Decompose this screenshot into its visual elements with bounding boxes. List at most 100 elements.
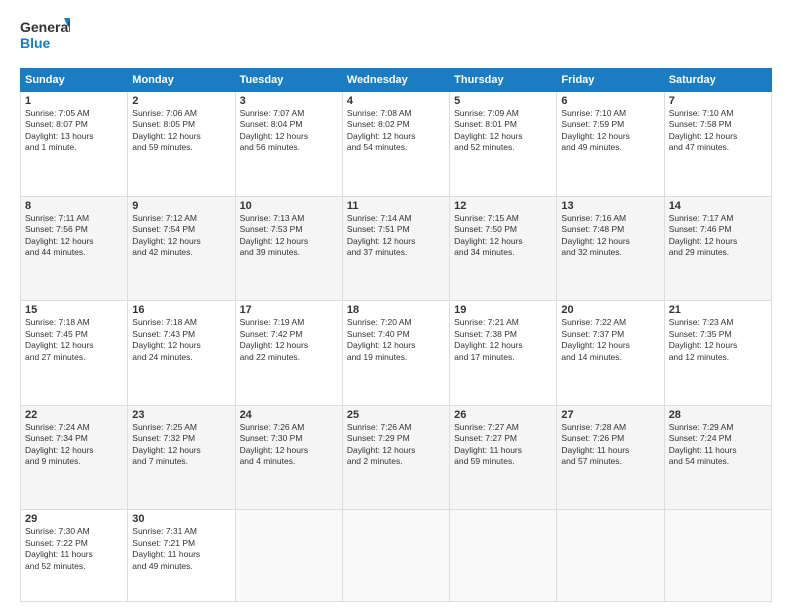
calendar-cell: 22Sunrise: 7:24 AMSunset: 7:34 PMDayligh… [21,405,128,510]
logo-svg: General Blue [20,16,70,58]
day-number: 23 [132,409,230,421]
cell-content: Sunrise: 7:10 AMSunset: 7:58 PMDaylight:… [669,108,767,154]
day-number: 13 [561,200,659,212]
calendar-row: 1Sunrise: 7:05 AMSunset: 8:07 PMDaylight… [21,92,772,197]
logo: General Blue [20,16,70,58]
cell-content: Sunrise: 7:26 AMSunset: 7:29 PMDaylight:… [347,422,445,468]
calendar-cell: 13Sunrise: 7:16 AMSunset: 7:48 PMDayligh… [557,196,664,301]
day-number: 6 [561,95,659,107]
calendar-cell: 19Sunrise: 7:21 AMSunset: 7:38 PMDayligh… [450,301,557,406]
day-number: 4 [347,95,445,107]
cell-content: Sunrise: 7:05 AMSunset: 8:07 PMDaylight:… [25,108,123,154]
calendar-cell: 1Sunrise: 7:05 AMSunset: 8:07 PMDaylight… [21,92,128,197]
cell-content: Sunrise: 7:26 AMSunset: 7:30 PMDaylight:… [240,422,338,468]
cell-content: Sunrise: 7:13 AMSunset: 7:53 PMDaylight:… [240,213,338,259]
day-number: 10 [240,200,338,212]
calendar-cell: 9Sunrise: 7:12 AMSunset: 7:54 PMDaylight… [128,196,235,301]
calendar-cell: 25Sunrise: 7:26 AMSunset: 7:29 PMDayligh… [342,405,449,510]
weekday-header-cell: Saturday [664,69,771,92]
cell-content: Sunrise: 7:19 AMSunset: 7:42 PMDaylight:… [240,317,338,363]
cell-content: Sunrise: 7:08 AMSunset: 8:02 PMDaylight:… [347,108,445,154]
calendar-cell: 8Sunrise: 7:11 AMSunset: 7:56 PMDaylight… [21,196,128,301]
calendar-cell: 14Sunrise: 7:17 AMSunset: 7:46 PMDayligh… [664,196,771,301]
day-number: 12 [454,200,552,212]
day-number: 5 [454,95,552,107]
calendar-cell [450,510,557,602]
calendar-cell: 20Sunrise: 7:22 AMSunset: 7:37 PMDayligh… [557,301,664,406]
page: General Blue SundayMondayTuesdayWednesda… [0,0,792,612]
calendar-cell [557,510,664,602]
calendar-cell: 30Sunrise: 7:31 AMSunset: 7:21 PMDayligh… [128,510,235,602]
calendar-cell: 27Sunrise: 7:28 AMSunset: 7:26 PMDayligh… [557,405,664,510]
cell-content: Sunrise: 7:11 AMSunset: 7:56 PMDaylight:… [25,213,123,259]
calendar-cell: 11Sunrise: 7:14 AMSunset: 7:51 PMDayligh… [342,196,449,301]
calendar-cell [235,510,342,602]
calendar-table: SundayMondayTuesdayWednesdayThursdayFrid… [20,68,772,602]
day-number: 14 [669,200,767,212]
calendar-cell: 16Sunrise: 7:18 AMSunset: 7:43 PMDayligh… [128,301,235,406]
calendar-cell: 7Sunrise: 7:10 AMSunset: 7:58 PMDaylight… [664,92,771,197]
calendar-cell: 17Sunrise: 7:19 AMSunset: 7:42 PMDayligh… [235,301,342,406]
day-number: 2 [132,95,230,107]
cell-content: Sunrise: 7:22 AMSunset: 7:37 PMDaylight:… [561,317,659,363]
cell-content: Sunrise: 7:29 AMSunset: 7:24 PMDaylight:… [669,422,767,468]
cell-content: Sunrise: 7:17 AMSunset: 7:46 PMDaylight:… [669,213,767,259]
weekday-header-cell: Thursday [450,69,557,92]
cell-content: Sunrise: 7:15 AMSunset: 7:50 PMDaylight:… [454,213,552,259]
cell-content: Sunrise: 7:24 AMSunset: 7:34 PMDaylight:… [25,422,123,468]
cell-content: Sunrise: 7:14 AMSunset: 7:51 PMDaylight:… [347,213,445,259]
calendar-row: 15Sunrise: 7:18 AMSunset: 7:45 PMDayligh… [21,301,772,406]
svg-text:Blue: Blue [20,35,51,51]
calendar-row: 29Sunrise: 7:30 AMSunset: 7:22 PMDayligh… [21,510,772,602]
day-number: 16 [132,304,230,316]
header: General Blue [20,16,772,58]
day-number: 1 [25,95,123,107]
calendar-cell: 23Sunrise: 7:25 AMSunset: 7:32 PMDayligh… [128,405,235,510]
day-number: 18 [347,304,445,316]
calendar-cell: 4Sunrise: 7:08 AMSunset: 8:02 PMDaylight… [342,92,449,197]
day-number: 11 [347,200,445,212]
calendar-cell: 28Sunrise: 7:29 AMSunset: 7:24 PMDayligh… [664,405,771,510]
cell-content: Sunrise: 7:07 AMSunset: 8:04 PMDaylight:… [240,108,338,154]
cell-content: Sunrise: 7:18 AMSunset: 7:43 PMDaylight:… [132,317,230,363]
cell-content: Sunrise: 7:18 AMSunset: 7:45 PMDaylight:… [25,317,123,363]
calendar-cell [342,510,449,602]
day-number: 27 [561,409,659,421]
cell-content: Sunrise: 7:16 AMSunset: 7:48 PMDaylight:… [561,213,659,259]
cell-content: Sunrise: 7:12 AMSunset: 7:54 PMDaylight:… [132,213,230,259]
calendar-cell: 3Sunrise: 7:07 AMSunset: 8:04 PMDaylight… [235,92,342,197]
cell-content: Sunrise: 7:10 AMSunset: 7:59 PMDaylight:… [561,108,659,154]
cell-content: Sunrise: 7:27 AMSunset: 7:27 PMDaylight:… [454,422,552,468]
calendar-cell: 6Sunrise: 7:10 AMSunset: 7:59 PMDaylight… [557,92,664,197]
calendar-cell [664,510,771,602]
cell-content: Sunrise: 7:28 AMSunset: 7:26 PMDaylight:… [561,422,659,468]
calendar-cell: 24Sunrise: 7:26 AMSunset: 7:30 PMDayligh… [235,405,342,510]
calendar-row: 8Sunrise: 7:11 AMSunset: 7:56 PMDaylight… [21,196,772,301]
calendar-cell: 12Sunrise: 7:15 AMSunset: 7:50 PMDayligh… [450,196,557,301]
weekday-header-cell: Monday [128,69,235,92]
calendar-cell: 2Sunrise: 7:06 AMSunset: 8:05 PMDaylight… [128,92,235,197]
day-number: 25 [347,409,445,421]
day-number: 15 [25,304,123,316]
cell-content: Sunrise: 7:23 AMSunset: 7:35 PMDaylight:… [669,317,767,363]
day-number: 24 [240,409,338,421]
calendar-cell: 10Sunrise: 7:13 AMSunset: 7:53 PMDayligh… [235,196,342,301]
day-number: 26 [454,409,552,421]
weekday-header-cell: Sunday [21,69,128,92]
day-number: 17 [240,304,338,316]
day-number: 22 [25,409,123,421]
day-number: 19 [454,304,552,316]
calendar-cell: 21Sunrise: 7:23 AMSunset: 7:35 PMDayligh… [664,301,771,406]
day-number: 21 [669,304,767,316]
calendar-cell: 26Sunrise: 7:27 AMSunset: 7:27 PMDayligh… [450,405,557,510]
cell-content: Sunrise: 7:31 AMSunset: 7:21 PMDaylight:… [132,526,230,572]
calendar-cell: 18Sunrise: 7:20 AMSunset: 7:40 PMDayligh… [342,301,449,406]
weekday-header-cell: Tuesday [235,69,342,92]
calendar-cell: 15Sunrise: 7:18 AMSunset: 7:45 PMDayligh… [21,301,128,406]
cell-content: Sunrise: 7:09 AMSunset: 8:01 PMDaylight:… [454,108,552,154]
cell-content: Sunrise: 7:30 AMSunset: 7:22 PMDaylight:… [25,526,123,572]
cell-content: Sunrise: 7:20 AMSunset: 7:40 PMDaylight:… [347,317,445,363]
cell-content: Sunrise: 7:25 AMSunset: 7:32 PMDaylight:… [132,422,230,468]
day-number: 9 [132,200,230,212]
day-number: 20 [561,304,659,316]
